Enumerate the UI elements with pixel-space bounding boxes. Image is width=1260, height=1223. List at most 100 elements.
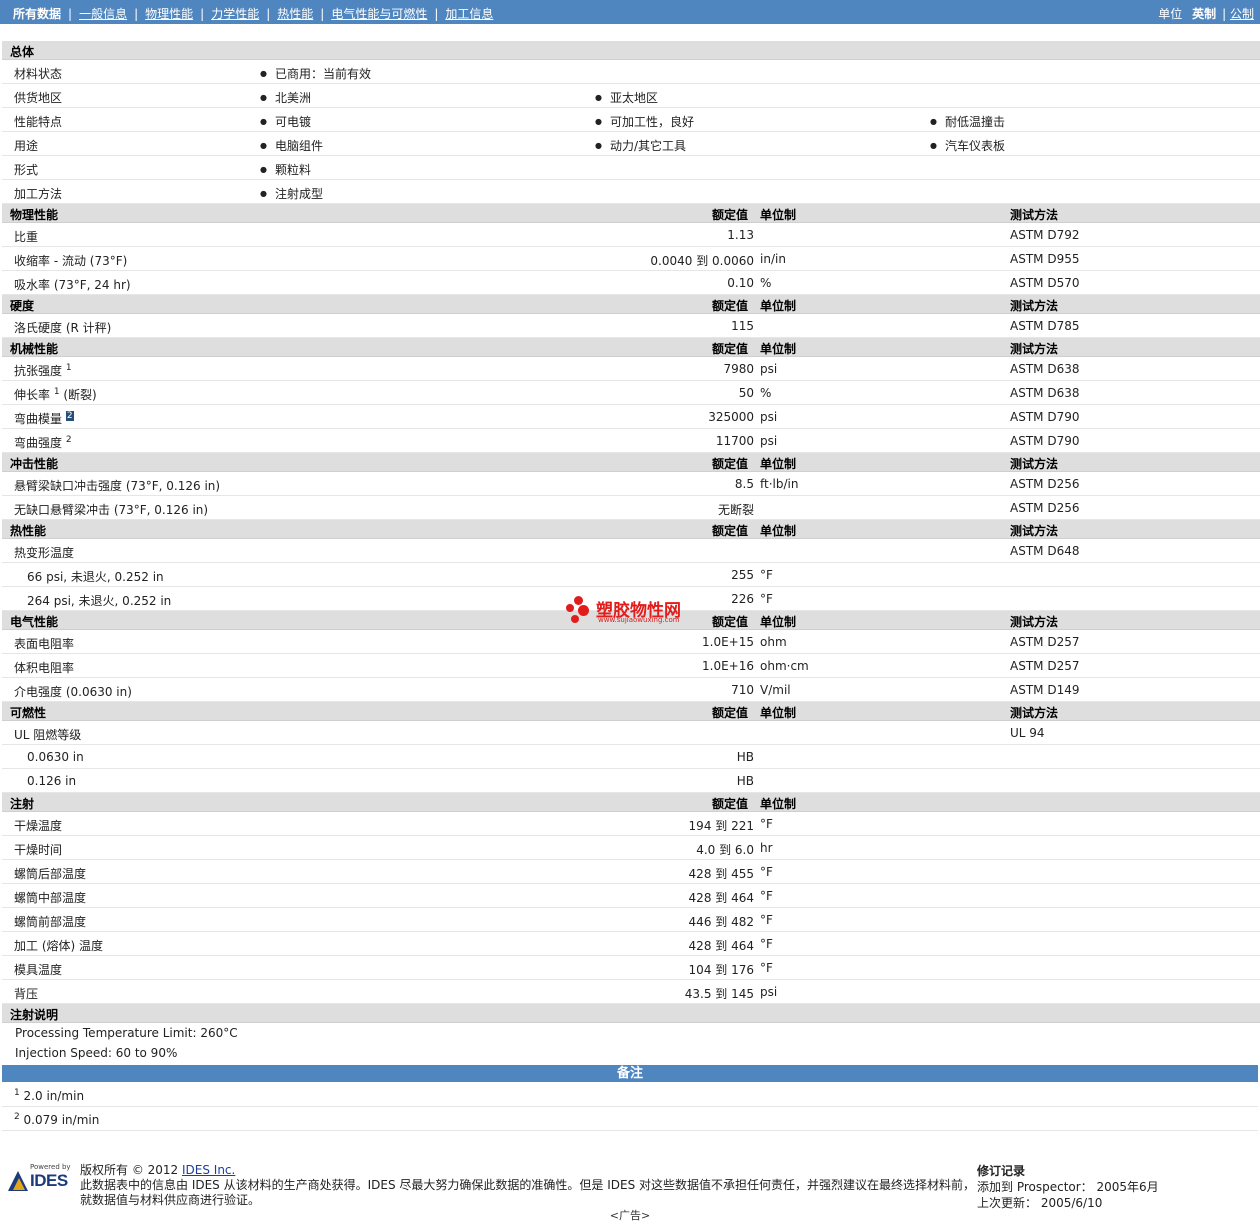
property-value: 428 到 464 xyxy=(688,891,754,905)
general-row-value: 耐低温撞击 xyxy=(930,113,1005,130)
property-label: 螺筒前部温度 xyxy=(14,915,87,929)
header-method: 测试方法 xyxy=(1010,342,1059,356)
general-row-value: 动力/其它工具 xyxy=(595,137,686,154)
general-row-label: 形式 xyxy=(14,163,39,177)
property-label: 0.126 in xyxy=(27,774,77,788)
property-label: 洛氏硬度 (R 计秤) xyxy=(14,321,112,335)
section-title: 热性能 xyxy=(10,524,47,538)
nav-link-2[interactable]: 物理性能 xyxy=(145,7,193,21)
nav-separator: | xyxy=(68,7,73,21)
ides-link[interactable]: IDES Inc. xyxy=(182,1163,235,1177)
footnote-ref[interactable]: 2 xyxy=(65,411,74,421)
property-row: 表面电阻率 1.0E+15 ohm ASTM D257 xyxy=(2,630,1260,654)
nav-link-1[interactable]: 一般信息 xyxy=(79,7,127,21)
test-method: ASTM D256 xyxy=(1010,477,1080,491)
disclaimer-line-1: 此数据表中的信息由 IDES 从该材料的生产商处获得。IDES 尽最大努力确保此… xyxy=(80,1178,976,1192)
test-method: ASTM D570 xyxy=(1010,276,1080,290)
property-unit: % xyxy=(760,276,772,290)
test-method: ASTM D790 xyxy=(1010,410,1080,424)
section-title: 注射说明 xyxy=(10,1008,59,1022)
property-value: 428 到 464 xyxy=(688,939,754,953)
test-method: ASTM D790 xyxy=(1010,434,1080,448)
property-row: 悬臂梁缺口冲击强度 (73°F, 0.126 in) 8.5 ft·lb/in AST… xyxy=(2,472,1260,496)
logo-powered-by: Powered by xyxy=(30,1163,71,1171)
property-value: 255 xyxy=(731,568,754,582)
nav-link-3[interactable]: 力学性能 xyxy=(211,7,259,21)
general-row-value: 颗粒料 xyxy=(260,161,311,178)
injection-note: Processing Temperature Limit: 260°C xyxy=(2,1023,1260,1043)
nav-separator: | xyxy=(434,7,439,21)
header-unit: 单位制 xyxy=(760,524,797,538)
test-method: ASTM D785 xyxy=(1010,319,1080,333)
property-value: HB xyxy=(736,774,754,788)
remark-text: 1 2.0 in/min xyxy=(14,1088,85,1103)
general-row: 形式 颗粒料 xyxy=(2,156,1260,180)
logo-triangle-inner-icon xyxy=(13,1178,25,1190)
footnote-ref[interactable]: 1 xyxy=(66,363,72,373)
property-label: 加工 (熔体) 温度 xyxy=(14,939,103,953)
property-unit: ohm xyxy=(760,635,787,649)
header-value: 额定值 xyxy=(712,342,749,356)
general-row-value: 可加工性，良好 xyxy=(595,113,694,130)
property-label: 抗张强度 1 xyxy=(14,363,72,378)
general-row-value: 注射成型 xyxy=(260,185,323,202)
general-row-label: 加工方法 xyxy=(14,187,63,201)
header-value: 额定值 xyxy=(712,797,749,811)
property-row: 螺筒前部温度 446 到 482 °F xyxy=(2,908,1260,932)
injection-note-text: Injection Speed: 60 to 90% xyxy=(15,1046,178,1060)
property-value: 104 到 176 xyxy=(688,963,754,977)
property-row: 背压 43.5 到 145 psi xyxy=(2,980,1260,1004)
property-unit: °F xyxy=(760,913,773,927)
injection-note-text: Processing Temperature Limit: 260°C xyxy=(15,1026,238,1040)
property-value: 428 到 455 xyxy=(688,867,754,881)
property-unit: V/mil xyxy=(760,683,791,697)
injection-note: Injection Speed: 60 to 90% xyxy=(2,1043,1260,1063)
footnote-ref[interactable]: 2 xyxy=(66,435,72,445)
section-title: 物理性能 xyxy=(10,208,59,222)
nav-link-0[interactable]: 所有数据 xyxy=(13,7,61,21)
nav-separator: | xyxy=(266,7,271,21)
property-row: 无缺口悬臂梁冲击 (73°F, 0.126 in) 无断裂 ASTM D256 xyxy=(2,496,1260,520)
property-label: 介电强度 (0.0630 in) xyxy=(14,685,132,699)
header-method: 测试方法 xyxy=(1010,706,1059,720)
header-unit: 单位制 xyxy=(760,299,797,313)
nav-link-5[interactable]: 电气性能与可燃性 xyxy=(331,7,427,21)
unit-switcher: 单位 英制 | 公制 xyxy=(1158,7,1254,21)
property-value: HB xyxy=(736,750,754,764)
property-unit: psi xyxy=(760,985,778,999)
general-row-value: 北美洲 xyxy=(260,89,311,106)
section-header-physical: 物理性能 额定值 单位制 测试方法 xyxy=(2,204,1260,223)
property-row: 螺筒中部温度 428 到 464 °F xyxy=(2,884,1260,908)
revision-added: 添加到 Prospector： 2005年6月 xyxy=(977,1180,1159,1194)
revision-title: 修订记录 xyxy=(977,1164,1026,1178)
top-spacer xyxy=(0,24,1260,41)
nav-link-4[interactable]: 热性能 xyxy=(277,7,313,21)
property-row: 吸水率 (73°F, 24 hr) 0.10% ASTM D570 xyxy=(2,271,1260,295)
section-header-impact: 冲击性能 额定值 单位制 测试方法 xyxy=(2,453,1260,472)
unit-metric-link[interactable]: 公制 xyxy=(1230,7,1254,21)
property-value: 115 xyxy=(731,319,754,333)
ides-logo: Powered by IDES xyxy=(8,1163,72,1193)
property-row: 抗张强度 1 7980 psi ASTM D638 xyxy=(2,357,1260,381)
property-row: 洛氏硬度 (R 计秤) 115 ASTM D785 xyxy=(2,314,1260,338)
property-value: 194 到 221 xyxy=(688,819,754,833)
property-label: 吸水率 (73°F, 24 hr) xyxy=(14,278,131,292)
property-row: UL 阻燃等级 UL 94 xyxy=(2,721,1260,745)
test-method: UL 94 xyxy=(1010,726,1045,740)
property-label: 比重 xyxy=(14,230,39,244)
footnote-ref[interactable]: 1 xyxy=(54,387,60,397)
section-header-injection: 注射 额定值 单位制 xyxy=(2,793,1260,812)
header-value: 额定值 xyxy=(712,615,749,629)
general-row-label: 用途 xyxy=(14,139,39,153)
property-unit: °F xyxy=(760,592,773,606)
property-unit: psi xyxy=(760,362,778,376)
datasheet-table: 总体材料状态 已商用：当前有效供货地区 北美洲 亚太地区性能特点 可电镀 可加工性，良好 耐… xyxy=(2,41,1260,1063)
property-row: 收缩率 - 流动 (73°F) 0.0040 到 0.0060 in/in ASTM … xyxy=(2,247,1260,271)
test-method: ASTM D648 xyxy=(1010,544,1080,558)
property-label: 弯曲模量 2 xyxy=(14,411,74,426)
disclaimer-line-2: 就数据值与材料供应商进行验证。 xyxy=(80,1193,261,1207)
nav-link-6[interactable]: 加工信息 xyxy=(445,7,493,21)
general-row: 加工方法 注射成型 xyxy=(2,180,1260,204)
property-label: 热变形温度 xyxy=(14,546,75,560)
property-value: 325000 xyxy=(708,410,754,424)
